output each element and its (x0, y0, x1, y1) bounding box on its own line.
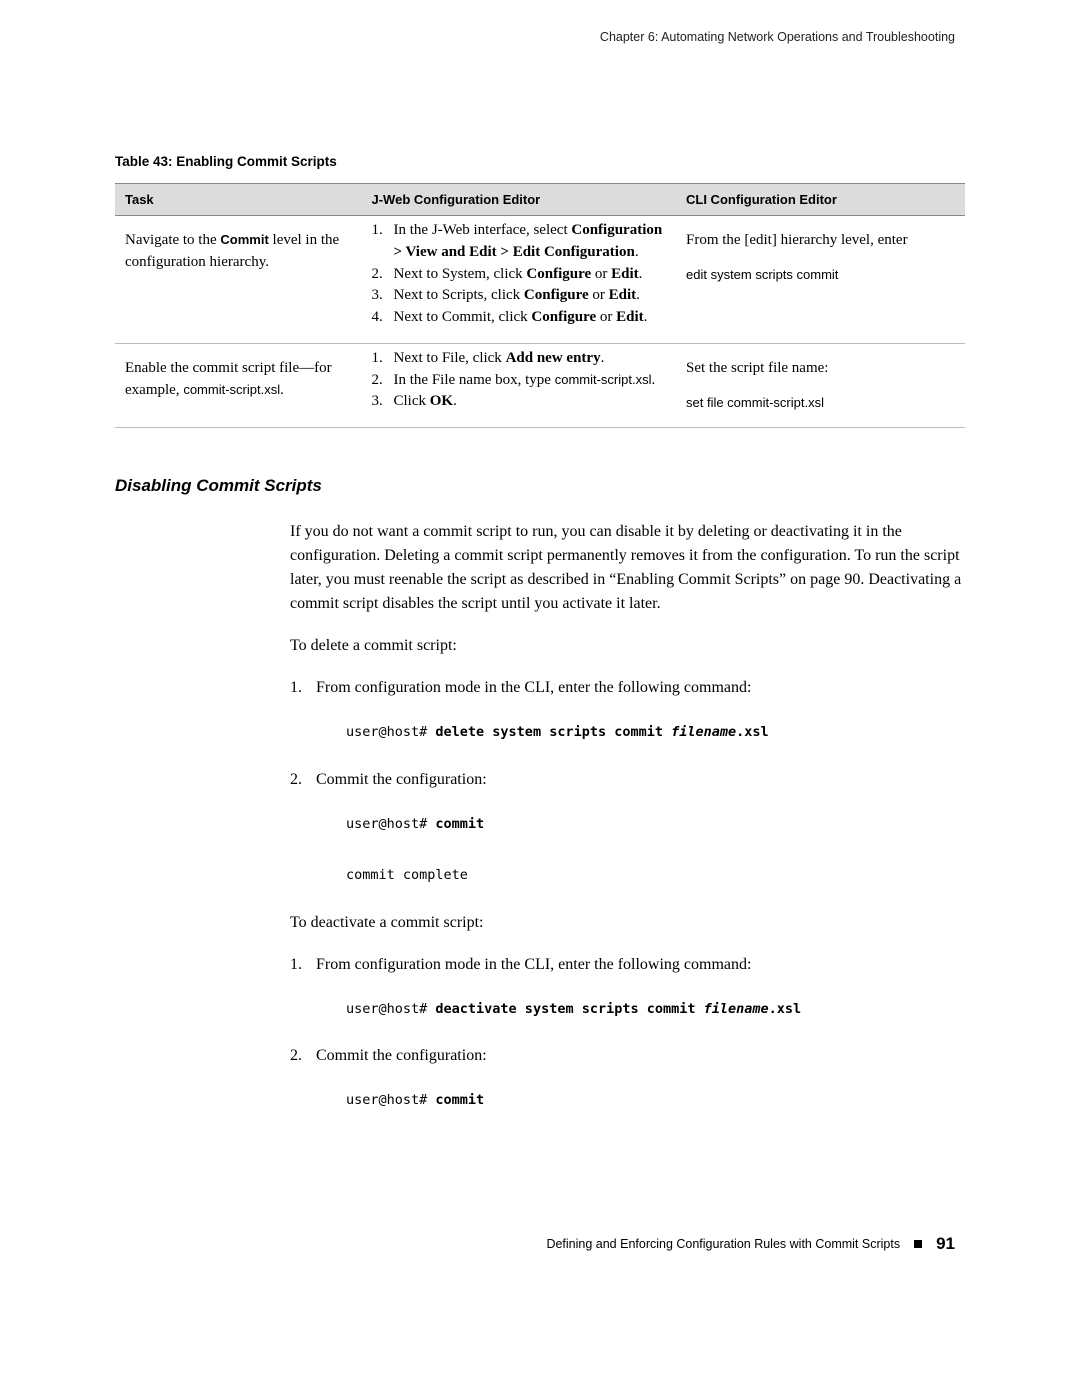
table-row: Enable the commit script file—for exampl… (115, 343, 965, 427)
chapter-header: Chapter 6: Automating Network Operations… (115, 30, 965, 44)
list-item: 2. Next to System, click Configure or Ed… (372, 264, 667, 286)
col-jweb: J-Web Configuration Editor (362, 184, 677, 216)
section-heading: Disabling Commit Scripts (115, 476, 965, 496)
text-bold: Commit (220, 232, 268, 247)
step-text: From configuration mode in the CLI, ente… (316, 953, 965, 977)
table-header-row: Task J-Web Configuration Editor CLI Conf… (115, 184, 965, 216)
step-text: In the J-Web interface, select Configura… (394, 220, 667, 264)
step-text: Next to Commit, click Configure or Edit. (394, 307, 667, 329)
step-text: Next to System, click Configure or Edit. (394, 264, 667, 286)
col-cli: CLI Configuration Editor (676, 184, 965, 216)
ordered-list: 1. From configuration mode in the CLI, e… (290, 953, 965, 1114)
paragraph: To deactivate a commit script: (290, 911, 965, 935)
step-number: 3. (372, 285, 394, 307)
footer-text: Defining and Enforcing Configuration Rul… (546, 1237, 900, 1251)
step-text: Commit the configuration: (316, 1044, 965, 1068)
step-number: 1. (290, 676, 316, 700)
list-item: 1. Next to File, click Add new entry. (372, 348, 656, 370)
cli-command: set file commit-script.xsl (686, 394, 955, 413)
paragraph: If you do not want a commit script to ru… (290, 520, 965, 616)
step-number: 1. (290, 953, 316, 977)
step-number: 2. (372, 264, 394, 286)
list-item: 1. From configuration mode in the CLI, e… (290, 953, 965, 977)
cli-cell: Set the script file name: set file commi… (676, 343, 965, 427)
square-icon (914, 1240, 922, 1248)
text: . (280, 382, 284, 398)
table-caption: Table 43: Enabling Commit Scripts (115, 154, 965, 169)
task-cell: Enable the commit script file—for exampl… (115, 343, 362, 427)
step-text: In the File name box, type commit-script… (394, 370, 656, 392)
jweb-cell: 1. In the J-Web interface, select Config… (362, 216, 677, 344)
step-number: 4. (372, 307, 394, 329)
list-item: 1. From configuration mode in the CLI, e… (290, 676, 965, 700)
paragraph: To delete a commit script: (290, 634, 965, 658)
step-text: Next to File, click Add new entry. (394, 348, 656, 370)
col-task: Task (115, 184, 362, 216)
step-number: 2. (372, 370, 394, 392)
page-container: Chapter 6: Automating Network Operations… (0, 0, 1080, 1294)
step-number: 2. (290, 1044, 316, 1068)
code-block: user@host# commit (346, 1088, 965, 1114)
list-item: 3. Next to Scripts, click Configure or E… (372, 285, 667, 307)
cli-text: From the [edit] hierarchy level, enter (686, 230, 955, 252)
step-text: From configuration mode in the CLI, ente… (316, 676, 965, 700)
code-block: user@host# commit commit complete (346, 812, 965, 889)
jweb-cell: 1. Next to File, click Add new entry. 2.… (362, 343, 677, 427)
cli-text: Set the script file name: (686, 358, 955, 380)
step-text: Click OK. (394, 391, 656, 413)
code-block: user@host# delete system scripts commit … (346, 720, 965, 746)
list-item: 2. In the File name box, type commit-scr… (372, 370, 656, 392)
list-item: 4. Next to Commit, click Configure or Ed… (372, 307, 667, 329)
commit-scripts-table: Task J-Web Configuration Editor CLI Conf… (115, 183, 965, 428)
list-item: 3. Click OK. (372, 391, 656, 413)
step-number: 3. (372, 391, 394, 413)
step-number: 1. (372, 220, 394, 264)
cli-cell: From the [edit] hierarchy level, enter e… (676, 216, 965, 344)
step-text: Commit the configuration: (316, 768, 965, 792)
task-cell: Navigate to the Commit level in the conf… (115, 216, 362, 344)
step-text: Next to Scripts, click Configure or Edit… (394, 285, 667, 307)
list-item: 2. Commit the configuration: (290, 1044, 965, 1068)
page-footer: Defining and Enforcing Configuration Rul… (115, 1234, 965, 1254)
ordered-list: 1. In the J-Web interface, select Config… (372, 220, 667, 329)
list-item: 1. In the J-Web interface, select Config… (372, 220, 667, 264)
list-item: 2. Commit the configuration: (290, 768, 965, 792)
step-number: 2. (290, 768, 316, 792)
cli-command: edit system scripts commit (686, 266, 955, 285)
text: Navigate to the (125, 232, 220, 248)
body-content: If you do not want a commit script to ru… (290, 520, 965, 1114)
page-number: 91 (936, 1234, 955, 1254)
table-row: Navigate to the Commit level in the conf… (115, 216, 965, 344)
ordered-list: 1. Next to File, click Add new entry. 2.… (372, 348, 656, 413)
ordered-list: 1. From configuration mode in the CLI, e… (290, 676, 965, 889)
text-mono: commit-script.xsl (183, 382, 280, 397)
step-number: 1. (372, 348, 394, 370)
code-block: user@host# deactivate system scripts com… (346, 997, 965, 1023)
